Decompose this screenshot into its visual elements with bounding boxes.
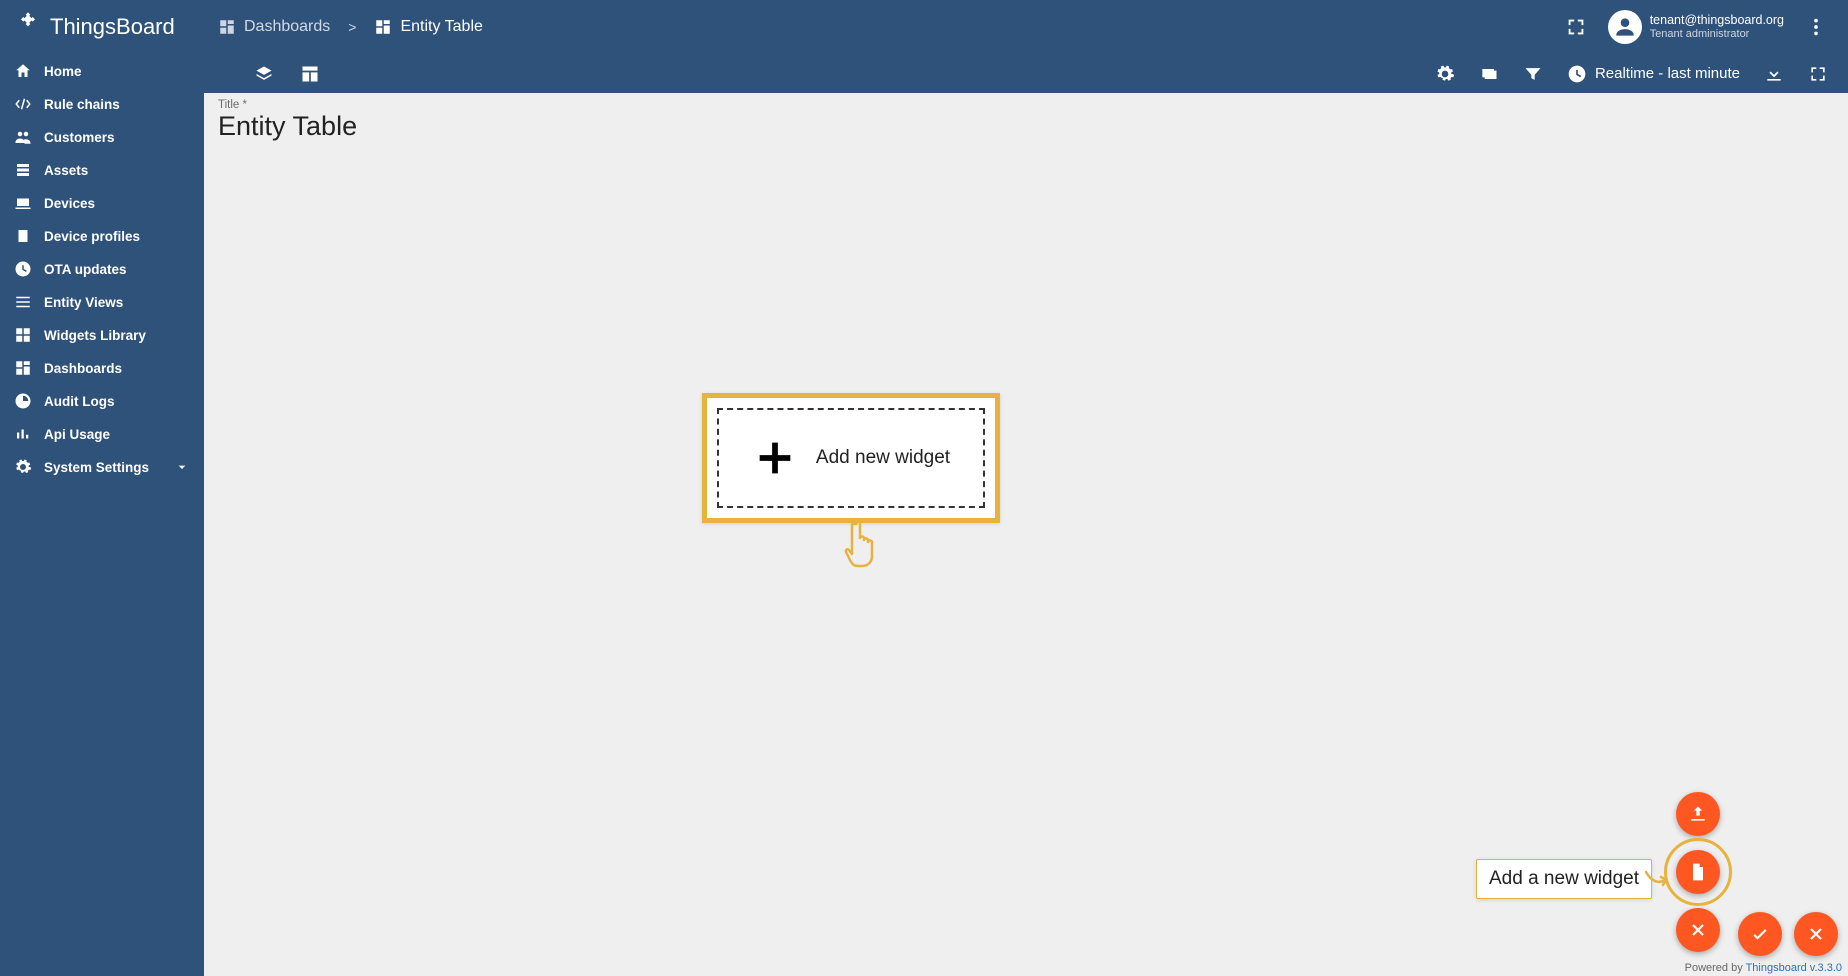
main-area: Realtime - last minute Title * Entity Ta… — [204, 54, 1848, 976]
sidebar-item-label: Api Usage — [44, 427, 110, 442]
sidebar-item-label: Devices — [44, 196, 95, 211]
breadcrumb-separator: > — [348, 19, 356, 35]
sidebar-item-label: System Settings — [44, 460, 149, 475]
dashboard-content: Title * Entity Table Add new widget — [204, 93, 1848, 976]
user-text: tenant@thingsboard.org Tenant administra… — [1650, 13, 1784, 40]
time-window-button[interactable]: Realtime - last minute — [1557, 58, 1750, 90]
breadcrumb-current[interactable]: Entity Table — [374, 18, 482, 36]
dashboard-title-label: Title * — [218, 99, 1834, 111]
user-email: tenant@thingsboard.org — [1650, 13, 1784, 27]
entity-aliases-button[interactable] — [1469, 54, 1509, 94]
sidebar-item-customers[interactable]: Customers — [0, 120, 204, 153]
fab-tooltip-text: Add a new widget — [1489, 868, 1639, 889]
sidebar-item-rule-chains[interactable]: Rule chains — [0, 87, 204, 120]
brand-block[interactable]: ThingsBoard — [0, 10, 204, 44]
sidebar-item-audit-logs[interactable]: Audit Logs — [0, 384, 204, 417]
sidebar-item-ota-updates[interactable]: OTA updates — [0, 252, 204, 285]
breadcrumb-current-label: Entity Table — [400, 18, 482, 36]
sidebar-item-devices[interactable]: Devices — [0, 186, 204, 219]
more-menu-button[interactable] — [1796, 7, 1836, 47]
breadcrumb-dashboards[interactable]: Dashboards — [218, 18, 330, 36]
footer-text: Powered by Thingsboard v.3.3.0 — [1685, 962, 1842, 974]
apply-changes-fab[interactable] — [1738, 912, 1782, 956]
sidebar-item-label: Device profiles — [44, 229, 140, 244]
footer-link[interactable]: Thingsboard v.3.3.0 — [1746, 962, 1842, 974]
plus-icon — [752, 435, 798, 481]
add-widget-card: Add new widget — [702, 393, 1000, 523]
sidebar-item-label: Home — [44, 64, 82, 79]
layers-button[interactable] — [244, 54, 284, 94]
settings-button[interactable] — [1425, 54, 1465, 94]
sidebar-item-widgets-library[interactable]: Widgets Library — [0, 318, 204, 351]
add-widget-label: Add new widget — [816, 447, 950, 469]
layouts-button[interactable] — [290, 54, 330, 94]
user-avatar-icon — [1608, 10, 1642, 44]
dashboard-toolbar: Realtime - last minute — [204, 54, 1848, 93]
export-button[interactable] — [1754, 54, 1794, 94]
import-widget-fab[interactable] — [1676, 792, 1720, 836]
user-menu[interactable]: tenant@thingsboard.org Tenant administra… — [1602, 10, 1790, 44]
breadcrumbs: Dashboards > Entity Table — [218, 18, 483, 36]
fullscreen-dashboard-button[interactable] — [1798, 54, 1838, 94]
fab-column — [1676, 792, 1720, 952]
sidebar: Home Rule chains Customers Assets Device… — [0, 54, 204, 976]
discard-changes-fab[interactable] — [1794, 912, 1838, 956]
breadcrumb-root-label: Dashboards — [244, 18, 330, 36]
sidebar-item-system-settings[interactable]: System Settings — [0, 450, 204, 483]
time-window-label: Realtime - last minute — [1595, 65, 1740, 82]
topbar: ThingsBoard Dashboards > Entity Table te… — [0, 0, 1848, 54]
sidebar-item-dashboards[interactable]: Dashboards — [0, 351, 204, 384]
sidebar-item-label: OTA updates — [44, 262, 127, 277]
sidebar-item-device-profiles[interactable]: Device profiles — [0, 219, 204, 252]
sidebar-item-entity-views[interactable]: Entity Views — [0, 285, 204, 318]
bottom-action-fabs — [1738, 912, 1838, 956]
brand-logo-icon — [14, 10, 42, 44]
sidebar-item-assets[interactable]: Assets — [0, 153, 204, 186]
user-role: Tenant administrator — [1650, 28, 1784, 41]
close-speed-dial-fab[interactable] — [1676, 908, 1720, 952]
footer-prefix: Powered by — [1685, 962, 1746, 974]
sidebar-item-api-usage[interactable]: Api Usage — [0, 417, 204, 450]
fab-tooltip: Add a new widget — [1476, 859, 1652, 899]
pointer-hand-icon — [842, 518, 882, 568]
sidebar-item-label: Customers — [44, 130, 115, 145]
body-row: Home Rule chains Customers Assets Device… — [0, 54, 1848, 976]
sidebar-item-label: Widgets Library — [44, 328, 146, 343]
sidebar-item-label: Rule chains — [44, 97, 120, 112]
filters-button[interactable] — [1513, 54, 1553, 94]
dashboard-title-text: Entity Table — [218, 111, 1834, 142]
sidebar-item-label: Audit Logs — [44, 394, 115, 409]
add-widget-button[interactable]: Add new widget — [717, 408, 985, 508]
sidebar-item-label: Dashboards — [44, 361, 122, 376]
sidebar-item-label: Entity Views — [44, 295, 123, 310]
brand-text: ThingsBoard — [50, 14, 175, 40]
sidebar-item-label: Assets — [44, 163, 88, 178]
chevron-down-icon — [174, 459, 190, 475]
fullscreen-button[interactable] — [1556, 7, 1596, 47]
sidebar-item-home[interactable]: Home — [0, 54, 204, 87]
create-widget-fab[interactable] — [1676, 850, 1720, 894]
